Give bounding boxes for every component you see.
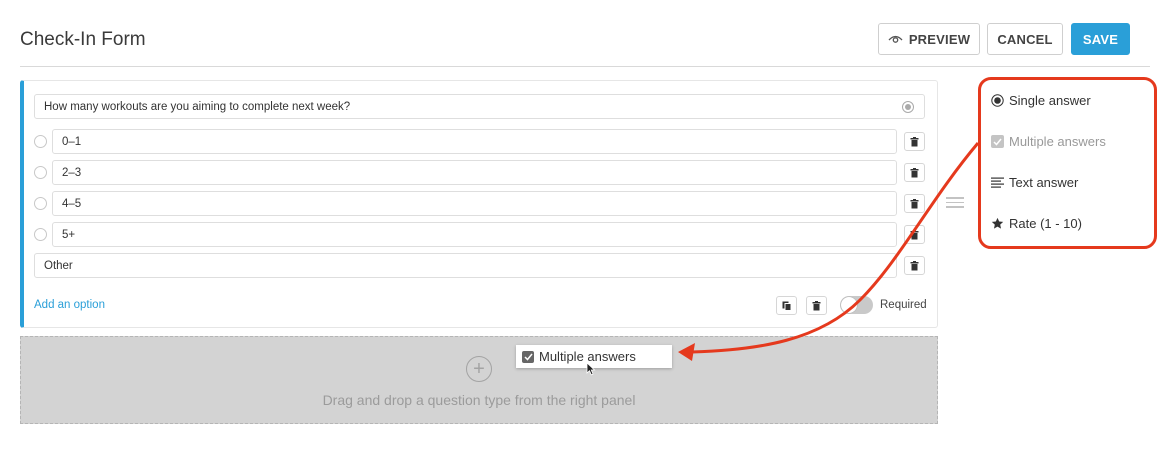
required-label: Required [880,299,927,311]
trash-icon [910,136,919,146]
cancel-button[interactable]: CANCEL [987,23,1063,55]
option-label: 2–3 [62,166,82,179]
option-radio [34,135,47,148]
question-type-label: Text answer [1009,175,1079,190]
required-toggle[interactable] [840,296,873,314]
option-input[interactable]: 5+ [52,222,897,247]
save-button[interactable]: SAVE [1071,23,1130,55]
preview-button[interactable]: PREVIEW [878,23,980,55]
question-text: How many workouts are you aiming to comp… [44,100,351,113]
trash-icon [910,260,919,270]
trash-icon [812,300,821,310]
add-option-link[interactable]: Add an option [34,299,105,311]
duplicate-question-button[interactable] [776,296,797,315]
mouse-cursor-icon [586,362,596,376]
delete-option-button[interactable] [904,132,925,151]
question-type-text-answer[interactable]: Text answer [991,175,1078,190]
question-type-radio-icon [902,101,914,113]
page-title: Check-In Form [20,29,146,50]
option-radio [34,197,47,210]
question-type-multiple-answers[interactable]: Multiple answers [991,134,1106,149]
other-option-input[interactable]: Other [34,253,897,278]
question-type-label: Rate (1 - 10) [1009,216,1082,231]
delete-option-button[interactable] [904,225,925,244]
header: Check-In Form [20,0,1150,67]
question-input[interactable]: How many workouts are you aiming to comp… [34,94,925,119]
option-input[interactable]: 4–5 [52,191,897,216]
delete-option-button[interactable] [904,194,925,213]
drop-zone[interactable]: + Drag and drop a question type from the… [20,336,938,424]
star-icon [991,217,1004,229]
preview-label: PREVIEW [908,31,971,47]
option-label: 4–5 [62,197,82,210]
trash-icon [910,198,919,208]
trash-icon [910,229,919,239]
question-types-panel: Single answer Multiple answers Text answ… [978,77,1157,249]
option-label: 0–1 [62,135,82,148]
delete-question-button[interactable] [806,296,827,315]
delete-other-button[interactable] [904,256,925,275]
text-lines-icon [991,177,1004,188]
checkbox-icon [991,135,1004,148]
trash-icon [910,167,919,177]
copy-icon [782,301,791,311]
option-input[interactable]: 2–3 [52,160,897,185]
question-type-label: Single answer [1009,93,1091,108]
option-label: 5+ [62,228,76,241]
question-type-single-answer[interactable]: Single answer [991,93,1091,108]
option-radio [34,166,47,179]
plus-circle-icon: + [466,356,492,382]
option-radio [34,228,47,241]
eye-icon [888,35,903,43]
drag-handle-icon[interactable] [946,197,964,209]
delete-option-button[interactable] [904,163,925,182]
radio-icon [991,94,1004,107]
question-type-label: Multiple answers [1009,134,1106,149]
question-card: How many workouts are you aiming to comp… [20,80,938,328]
option-input[interactable]: 0–1 [52,129,897,154]
question-type-rate[interactable]: Rate (1 - 10) [991,216,1082,231]
other-option-label: Other [44,259,73,272]
drop-zone-text: Drag and drop a question type from the r… [322,392,636,408]
checkbox-icon [522,350,534,363]
